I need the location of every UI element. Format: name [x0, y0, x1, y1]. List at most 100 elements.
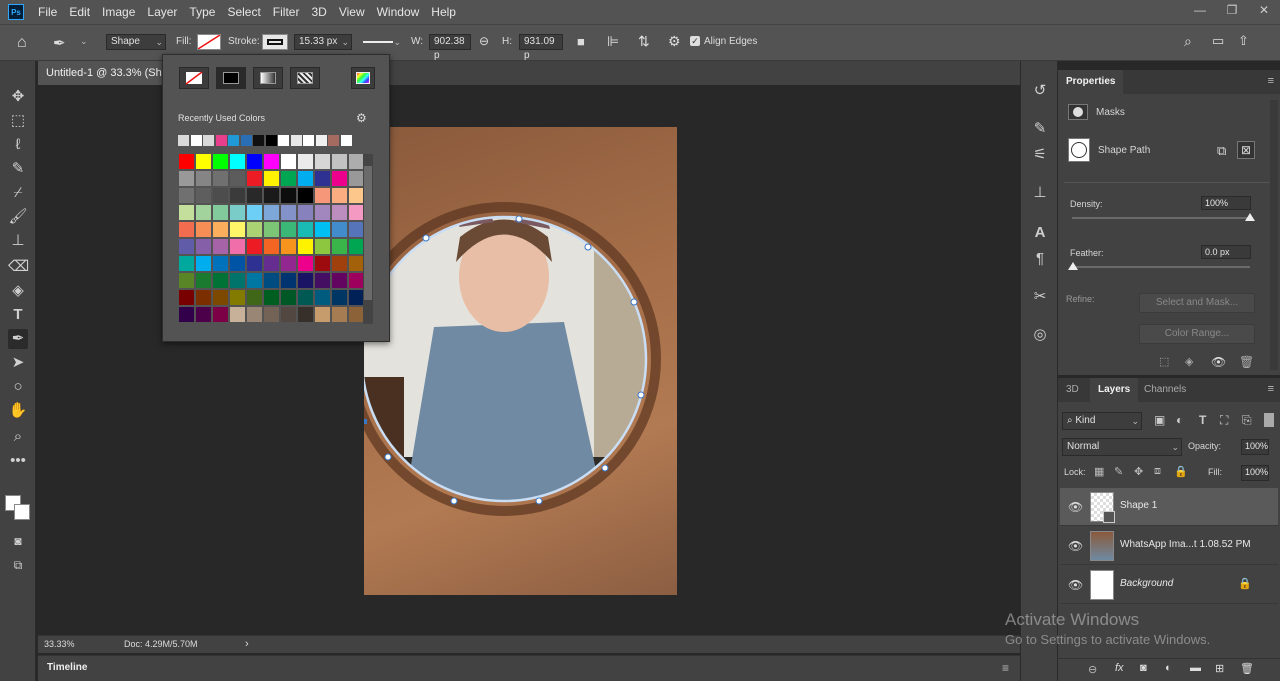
density-slider[interactable]	[1072, 213, 1255, 221]
color-swatch[interactable]	[349, 307, 364, 322]
gradient-button[interactable]	[253, 67, 283, 89]
height-field[interactable]: 931.09 p	[519, 34, 563, 61]
color-swatch[interactable]	[230, 239, 245, 254]
stroke-swatch[interactable]	[262, 34, 288, 50]
recent-color-swatch[interactable]	[253, 135, 264, 146]
color-picker-button[interactable]	[351, 67, 375, 89]
tab-channels[interactable]: Channels	[1136, 378, 1194, 402]
color-swatch[interactable]	[230, 188, 245, 203]
recent-color-swatch[interactable]	[315, 135, 327, 146]
lock-all-icon[interactable]: 🔒	[1174, 465, 1188, 478]
color-swatch[interactable]	[179, 256, 194, 271]
color-swatch[interactable]	[349, 188, 364, 203]
color-swatch[interactable]	[315, 239, 330, 254]
recent-color-swatch[interactable]	[240, 135, 252, 146]
color-swatch[interactable]	[230, 205, 245, 220]
panel-menu-icon[interactable]: ≡	[1268, 75, 1274, 87]
type-tool-icon[interactable]: T	[8, 305, 28, 325]
filter-toggle[interactable]	[1264, 413, 1274, 427]
layer-name[interactable]: WhatsApp Ima...t 1.08.52 PM	[1120, 539, 1251, 550]
tool-mode-select[interactable]: Shape ⌄	[106, 34, 166, 50]
color-swatch[interactable]	[179, 171, 194, 186]
color-swatch[interactable]	[230, 256, 245, 271]
pattern-button[interactable]	[290, 67, 320, 89]
color-swatch[interactable]	[230, 307, 245, 322]
color-swatch[interactable]	[247, 307, 262, 322]
fill-field[interactable]: 100%	[1241, 465, 1269, 481]
color-swatch[interactable]	[196, 273, 211, 288]
color-swatch[interactable]	[281, 239, 296, 254]
brush-tool-icon[interactable]: 🖌	[8, 207, 28, 227]
layer-name[interactable]: Shape 1	[1120, 500, 1157, 511]
color-swatch[interactable]	[196, 205, 211, 220]
properties-scrollbar[interactable]	[1270, 100, 1278, 370]
color-swatch[interactable]	[332, 154, 347, 169]
filter-shape-icon[interactable]: ⛶	[1220, 413, 1228, 428]
menu-edit[interactable]: Edit	[63, 0, 96, 24]
menu-filter[interactable]: Filter	[267, 0, 306, 24]
color-swatch[interactable]	[247, 154, 262, 169]
color-swatch[interactable]	[179, 273, 194, 288]
group-icon[interactable]: ▬	[1190, 662, 1201, 674]
feather-slider-knob[interactable]	[1068, 262, 1078, 270]
color-swatch[interactable]	[213, 171, 228, 186]
density-field[interactable]: 100%	[1201, 196, 1251, 210]
color-swatch[interactable]	[349, 154, 364, 169]
recent-color-swatch[interactable]	[203, 135, 214, 146]
color-swatch[interactable]	[213, 256, 228, 271]
color-swatch[interactable]	[315, 273, 330, 288]
stroke-width-field[interactable]: 15.33 px ⌄	[294, 34, 352, 50]
color-swatch[interactable]	[213, 205, 228, 220]
color-swatch[interactable]	[332, 256, 347, 271]
workspace-icon[interactable]: ▭	[1212, 33, 1224, 49]
color-swatch[interactable]	[264, 256, 279, 271]
history-icon[interactable]: ↺	[1030, 81, 1050, 101]
layer-row-shape-1[interactable]: 👁 Shape 1	[1060, 488, 1278, 526]
minimize-button[interactable]: —	[1184, 0, 1216, 20]
layer-row-background[interactable]: 👁 Background 🔒	[1060, 566, 1278, 604]
select-and-mask-button[interactable]: Select and Mask...	[1139, 293, 1255, 313]
color-swatch[interactable]	[230, 154, 245, 169]
color-swatch[interactable]	[247, 222, 262, 237]
color-swatch[interactable]	[213, 239, 228, 254]
move-tool-icon[interactable]: ✥	[8, 87, 28, 107]
color-swatch[interactable]	[247, 205, 262, 220]
paragraph-icon[interactable]: ¶	[1030, 249, 1050, 269]
adjustment-layer-icon[interactable]: ◐	[1165, 662, 1172, 674]
recent-color-swatch[interactable]	[340, 135, 352, 146]
color-swatch[interactable]	[196, 171, 211, 186]
trash-icon[interactable]: 🗑	[1240, 662, 1254, 675]
recent-color-swatch[interactable]	[328, 135, 339, 146]
quick-select-tool-icon[interactable]: ✎	[8, 159, 28, 179]
color-swatch[interactable]	[264, 171, 279, 186]
lock-artboard-icon[interactable]: ⧈	[1154, 465, 1161, 478]
color-swatch[interactable]	[349, 290, 364, 305]
align-edges-checkbox[interactable]: ✓	[690, 36, 700, 46]
color-swatch[interactable]	[230, 222, 245, 237]
color-swatch[interactable]	[298, 171, 313, 186]
menu-3d[interactable]: 3D	[305, 0, 332, 24]
color-swatch[interactable]	[349, 171, 364, 186]
color-swatch[interactable]	[349, 239, 364, 254]
color-swatch[interactable]	[281, 290, 296, 305]
recent-color-swatch[interactable]	[303, 135, 314, 146]
add-mask-icon[interactable]: ◙	[1140, 662, 1147, 674]
color-swatch[interactable]	[264, 307, 279, 322]
swatch-scrollbar[interactable]	[363, 154, 373, 324]
color-swatch[interactable]	[247, 188, 262, 203]
color-swatch[interactable]	[179, 307, 194, 322]
color-swatch[interactable]	[196, 154, 211, 169]
gear-icon[interactable]: ⚙	[668, 33, 681, 50]
adjustments-icon[interactable]: ⚟	[1030, 145, 1050, 165]
filter-pixel-icon[interactable]: ▣	[1154, 413, 1165, 427]
lock-position-icon[interactable]: ✥	[1134, 465, 1143, 478]
filter-type-icon[interactable]: T	[1199, 413, 1206, 427]
load-selection-icon[interactable]: ⬚	[1159, 355, 1169, 368]
blend-mode-select[interactable]: Normal ⌄	[1062, 438, 1182, 456]
status-menu-arrow[interactable]: ›	[245, 638, 249, 650]
character-icon[interactable]: A	[1030, 223, 1050, 243]
pen-tool-icon[interactable]: ✒	[8, 329, 28, 349]
pen-tool-preset-icon[interactable]: ✒	[53, 34, 66, 52]
color-swatch[interactable]	[247, 239, 262, 254]
timeline-tab[interactable]: Timeline	[47, 662, 87, 673]
